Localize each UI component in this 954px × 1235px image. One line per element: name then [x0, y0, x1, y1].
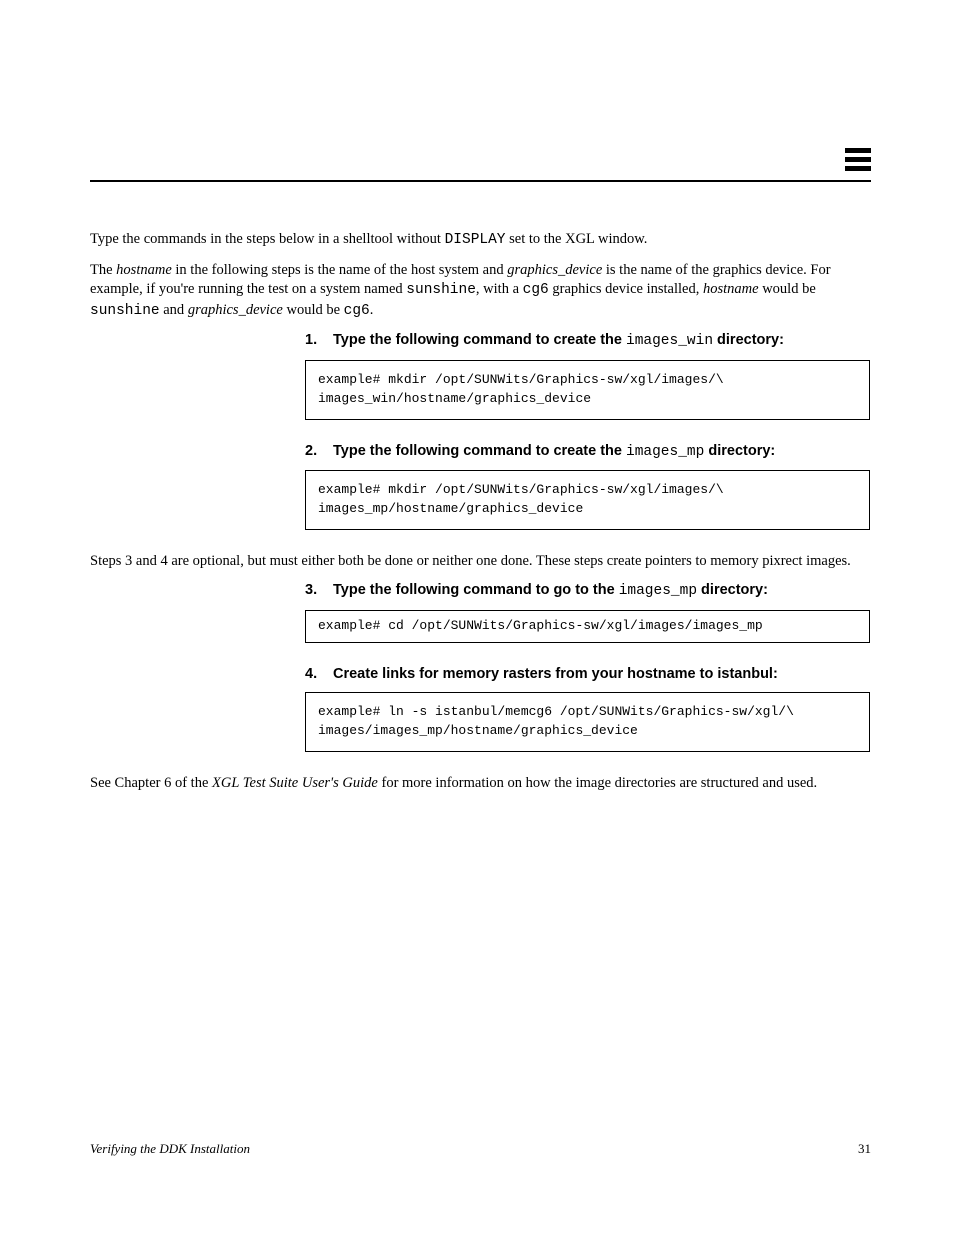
- text: .: [370, 302, 374, 318]
- code: images_mp: [619, 583, 697, 599]
- code: DISPLAY: [445, 232, 506, 248]
- text: set to the XGL window.: [506, 231, 648, 247]
- step-number: 2.: [305, 442, 333, 467]
- text: directory:: [704, 443, 775, 459]
- code: cg6: [523, 282, 549, 298]
- text: , with a: [476, 281, 523, 297]
- step-2: 2. Type the following command to create …: [90, 442, 871, 467]
- step-number: 1.: [305, 331, 333, 356]
- text: in the following steps is the name of th…: [172, 262, 507, 278]
- code: cg6: [344, 303, 370, 319]
- text: Type the following command to create the: [333, 443, 626, 459]
- menu-icon: [845, 148, 871, 175]
- italic: hostname: [703, 281, 759, 297]
- step-2-after: Steps 3 and 4 are optional, but must eit…: [90, 552, 871, 572]
- code: images_win: [626, 333, 713, 349]
- text: would be: [759, 281, 816, 297]
- text: for more information on how the image di…: [378, 775, 817, 791]
- italic: XGL Test Suite User's Guide: [212, 775, 378, 791]
- step-number: 4.: [305, 665, 333, 689]
- italic: graphics_device: [188, 302, 283, 318]
- code: sunshine: [90, 303, 160, 319]
- step-number: 3.: [305, 581, 333, 606]
- text: would be: [283, 302, 344, 318]
- intro-p2: The hostname in the following steps is t…: [90, 261, 871, 322]
- italic: hostname: [116, 262, 172, 278]
- text: Type the commands in the steps below in …: [90, 231, 445, 247]
- code-block-4: example# ln -s istanbul/memcg6 /opt/SUNW…: [305, 692, 870, 752]
- text: The: [90, 262, 116, 278]
- text: See Chapter 6 of the: [90, 775, 212, 791]
- intro-p1: Type the commands in the steps below in …: [90, 230, 871, 251]
- header-rule: [90, 180, 871, 182]
- page-number: 31: [858, 1141, 871, 1157]
- step-title: Type the following command to go to the …: [333, 581, 871, 602]
- step-1: 1. Type the following command to create …: [90, 331, 871, 356]
- code: images_mp: [626, 444, 704, 460]
- text: directory:: [697, 582, 768, 598]
- after-steps: See Chapter 6 of the XGL Test Suite User…: [90, 774, 871, 794]
- step-title: Create links for memory rasters from you…: [333, 665, 871, 685]
- footer-left: Verifying the DDK Installation: [90, 1141, 250, 1157]
- code-block-3: example# cd /opt/SUNWits/Graphics-sw/xgl…: [305, 610, 870, 643]
- step-title: Type the following command to create the…: [333, 442, 871, 463]
- content: Type the commands in the steps below in …: [90, 230, 871, 804]
- text: Type the following command to go to the: [333, 582, 619, 598]
- code-block-1: example# mkdir /opt/SUNWits/Graphics-sw/…: [305, 360, 870, 420]
- code-block-2: example# mkdir /opt/SUNWits/Graphics-sw/…: [305, 470, 870, 530]
- text: directory:: [713, 332, 784, 348]
- step-3: 3. Type the following command to go to t…: [90, 581, 871, 606]
- footer: Verifying the DDK Installation 31: [90, 1141, 871, 1157]
- text: and: [160, 302, 188, 318]
- code: sunshine: [406, 282, 476, 298]
- text: Type the following command to create the: [333, 332, 626, 348]
- italic: graphics_device: [507, 262, 602, 278]
- step-4: 4. Create links for memory rasters from …: [90, 665, 871, 689]
- step-title: Type the following command to create the…: [333, 331, 871, 352]
- text: graphics device installed,: [549, 281, 703, 297]
